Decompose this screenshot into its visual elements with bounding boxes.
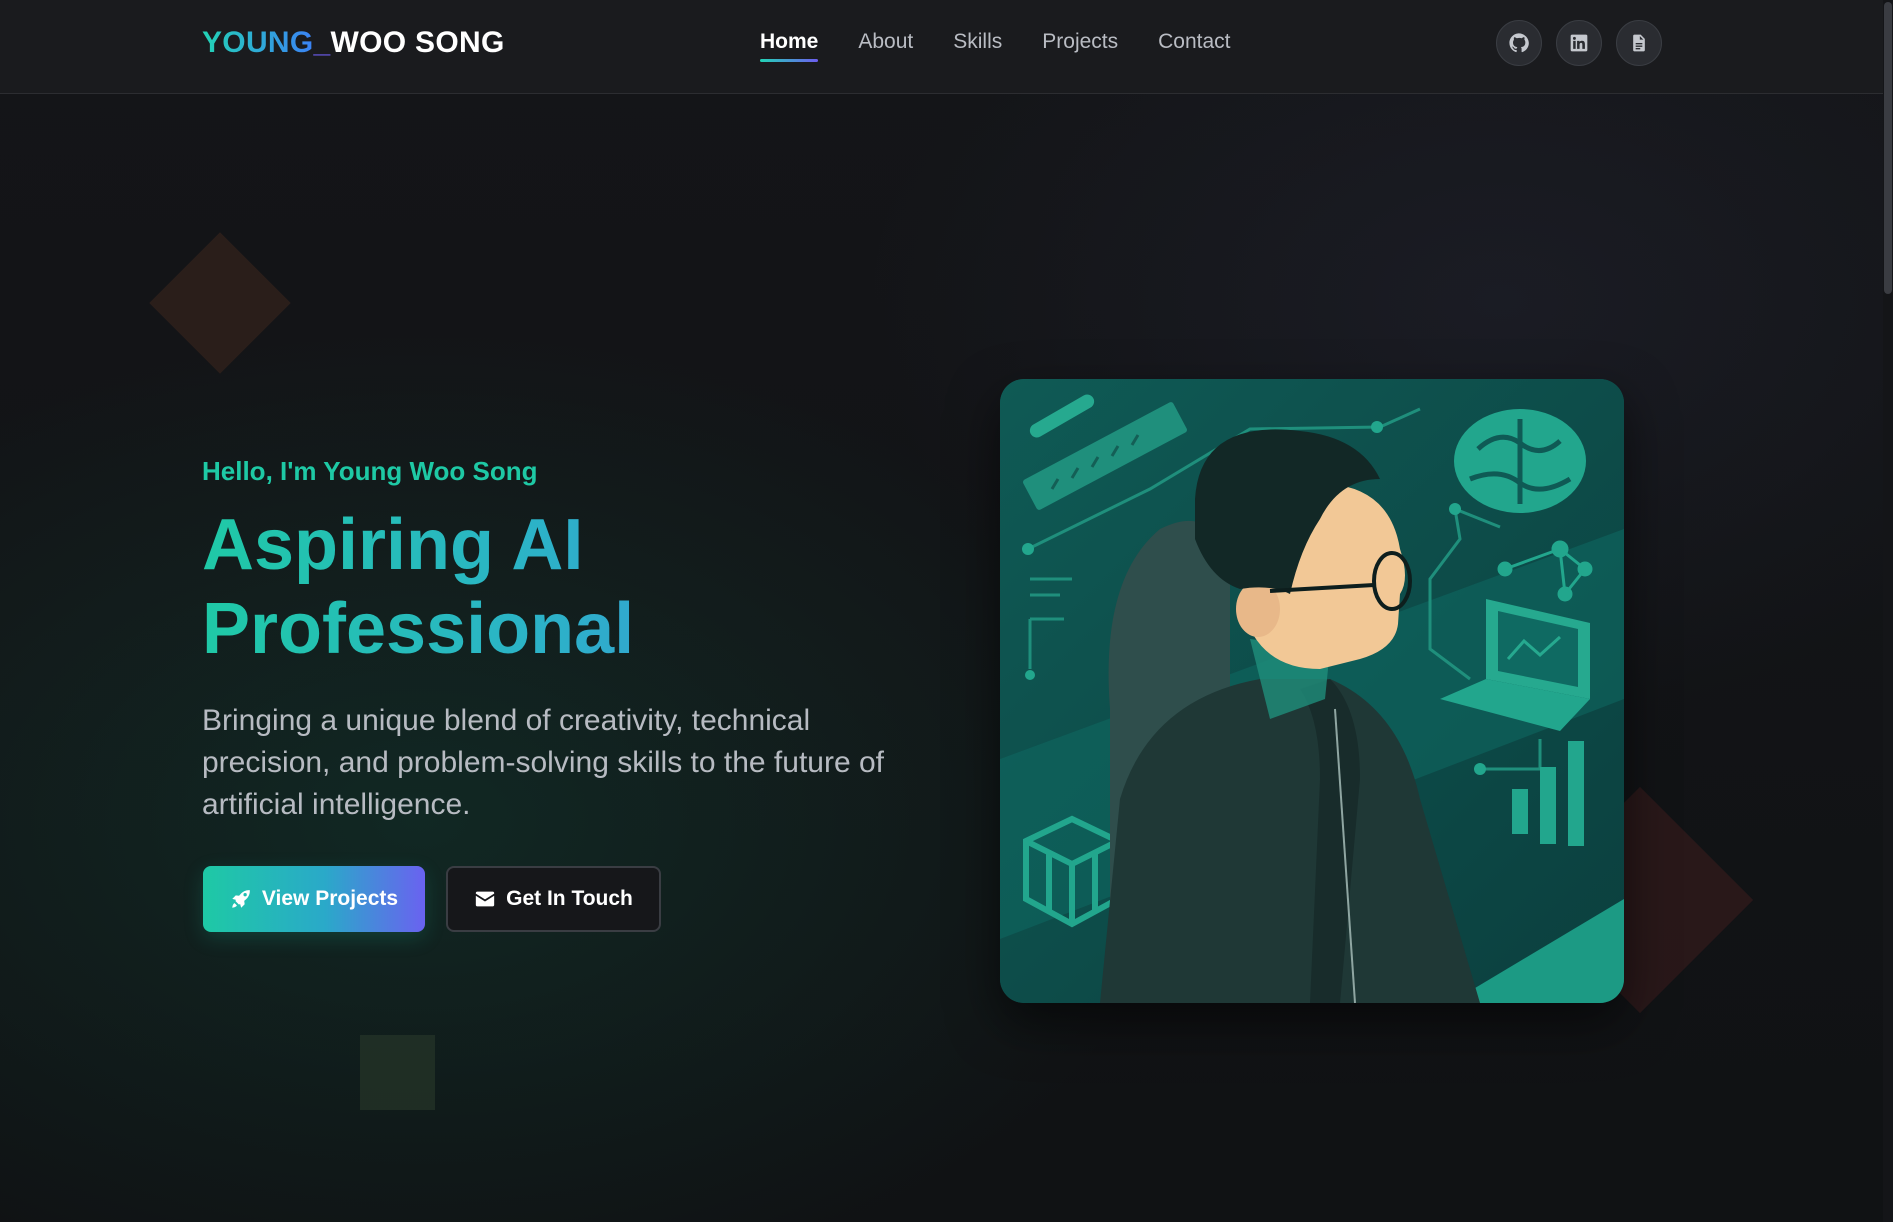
- view-projects-button[interactable]: View Projects: [203, 866, 425, 932]
- nav-link-about[interactable]: About: [858, 30, 913, 62]
- site-logo[interactable]: YOUNG_WOO SONG: [202, 26, 505, 60]
- logo-part-1: YOUNG: [202, 26, 314, 59]
- decorative-diamond: [149, 232, 291, 374]
- hero-illustration: [1000, 379, 1624, 1003]
- hero-headline-line-1: Aspiring AI: [202, 505, 584, 585]
- view-projects-label: View Projects: [261, 887, 399, 910]
- scrollbar-thumb[interactable]: [1884, 2, 1892, 294]
- navbar: YOUNG_WOO SONG Home About Skills Project…: [0, 0, 1890, 94]
- nav-link-home[interactable]: Home: [760, 30, 819, 62]
- github-button[interactable]: [1496, 20, 1542, 66]
- resume-button[interactable]: [1616, 20, 1662, 66]
- decorative-square: [360, 1035, 435, 1110]
- logo-part-2: WOO SONG: [330, 26, 505, 59]
- logo-underscore: _: [313, 26, 331, 59]
- document-icon: [1633, 34, 1645, 52]
- hero-headline: Aspiring AI Professional: [202, 503, 902, 671]
- linkedin-button[interactable]: [1556, 20, 1602, 66]
- hero-illustration-card: [1000, 379, 1624, 1003]
- envelope-icon: [475, 891, 495, 907]
- linkedin-icon: [1570, 34, 1588, 52]
- get-in-touch-label: Get In Touch: [506, 887, 633, 910]
- rocket-icon: [232, 890, 250, 908]
- hero-headline-line-2: Professional: [202, 589, 635, 669]
- page: YOUNG_WOO SONG Home About Skills Project…: [0, 0, 1893, 1222]
- nav-links: Home About Skills Projects Contact: [760, 30, 1231, 62]
- get-in-touch-button[interactable]: Get In Touch: [446, 866, 661, 932]
- social-links: [1496, 20, 1662, 66]
- hero-description: Bringing a unique blend of creativity, t…: [202, 704, 885, 821]
- github-icon: [1509, 33, 1529, 53]
- nav-link-contact[interactable]: Contact: [1158, 30, 1230, 62]
- nav-link-projects[interactable]: Projects: [1042, 30, 1118, 62]
- scrollbar[interactable]: [1883, 0, 1893, 1222]
- hero-greeting: Hello, I'm Young Woo Song: [202, 456, 538, 486]
- nav-link-skills[interactable]: Skills: [953, 30, 1002, 62]
